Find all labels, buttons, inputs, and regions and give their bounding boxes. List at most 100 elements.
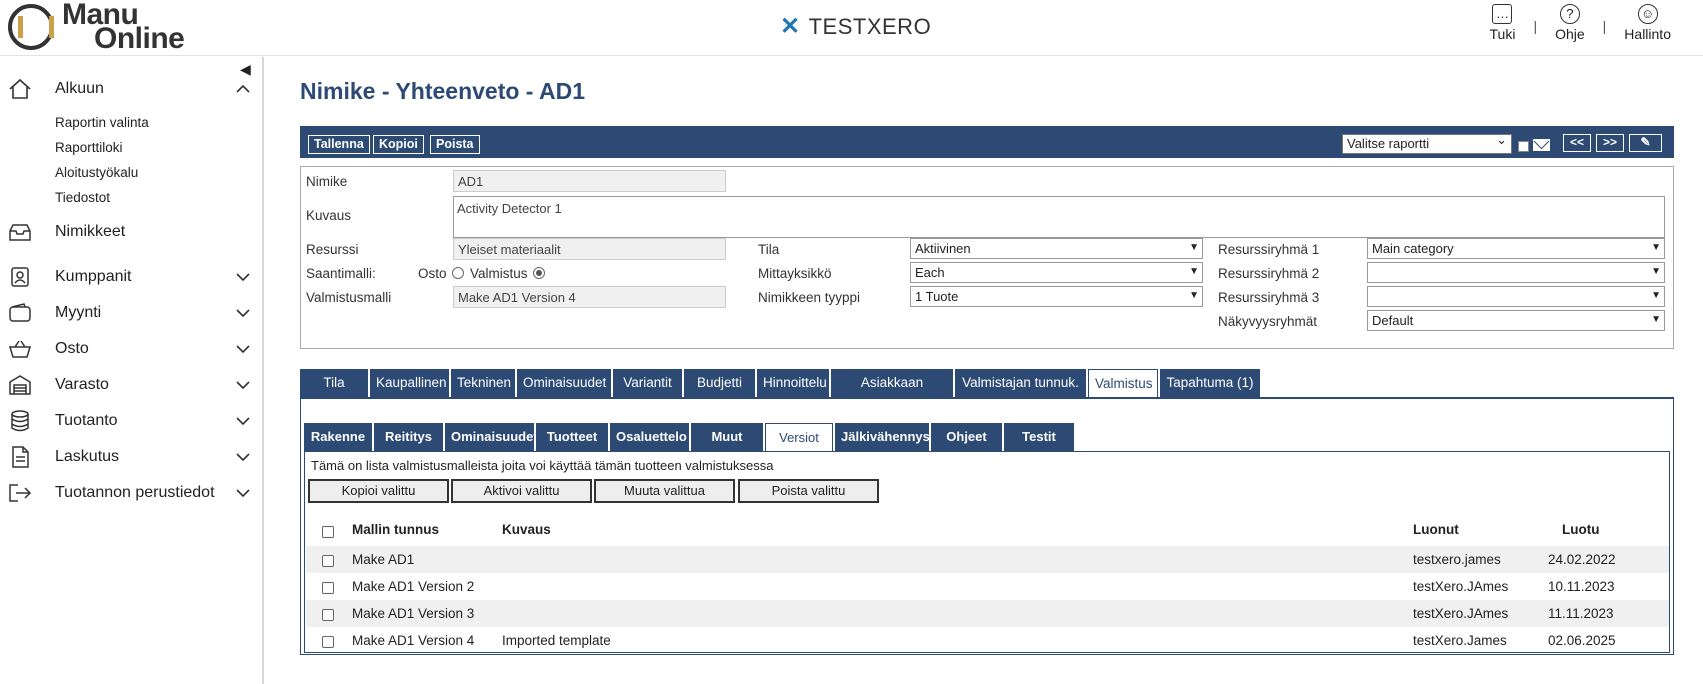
sidebar-item-invoicing[interactable]: Laskutus <box>0 442 262 472</box>
description-field[interactable]: Activity Detector 1 <box>453 196 1665 238</box>
report-select[interactable]: Valitse raportti <box>1342 132 1512 154</box>
inbox-icon <box>7 221 33 243</box>
production-model-field[interactable]: Make AD1 Version 4 <box>453 286 726 308</box>
visibility-groups-select[interactable]: Default ▼ <box>1367 310 1665 331</box>
item-form: Nimike AD1 Kuvaus Activity Detector 1 Re… <box>300 166 1674 349</box>
tab-backflush[interactable]: Jälkivähennys <box>835 423 930 451</box>
sidebar-item-home[interactable]: Alkuun <box>0 74 262 104</box>
procurement-label: Saantimalli: <box>306 266 376 281</box>
sidebar-item-partners[interactable]: Kumppanit <box>0 262 262 292</box>
chat-icon: … <box>1492 4 1513 24</box>
contacts-icon <box>7 266 33 288</box>
modify-selected-button[interactable]: Muuta valittua <box>594 479 735 503</box>
basket-icon <box>7 338 33 360</box>
main-tabs: Tila Kaupallinen Tekninen Ominaisuudet V… <box>300 369 1262 418</box>
activate-selected-button[interactable]: Aktivoi valittu <box>451 479 592 503</box>
chevron-down-icon <box>236 377 250 393</box>
resource-group3-select[interactable]: ▼ <box>1367 286 1665 307</box>
tab-sub-properties[interactable]: Ominaisuudet <box>445 423 538 451</box>
sidebar: ◀ Alkuun Raportin valinta Raporttiloki A… <box>0 57 264 684</box>
chevron-down-icon: ▼ <box>1189 242 1199 253</box>
admin-link[interactable]: ☺ Hallinto <box>1606 4 1689 42</box>
delete-button[interactable]: Poista <box>430 135 480 154</box>
tab-customer-codes[interactable]: Asiakkaan tunnuk. <box>831 369 953 418</box>
row-checkbox[interactable] <box>322 582 334 594</box>
support-link[interactable]: … Tuki <box>1472 4 1534 42</box>
tab-technical[interactable]: Tekninen <box>451 369 515 397</box>
sidebar-item-sales[interactable]: Myynti <box>0 298 262 328</box>
logo-mark-icon <box>8 4 54 50</box>
tab-instructions[interactable]: Ohjeet <box>931 423 1002 451</box>
table-row[interactable]: Make AD1 testxero.james 24.02.2022 <box>306 546 1669 573</box>
visibility-groups-label: Näkyvyysryhmät <box>1218 314 1318 329</box>
manufacture-radio[interactable] <box>533 267 546 279</box>
email-icon[interactable] <box>1533 139 1550 151</box>
chevron-down-icon: ▼ <box>1651 290 1661 301</box>
tab-manufacturing[interactable]: Valmistus <box>1088 369 1158 397</box>
tab-properties[interactable]: Ominaisuudet <box>517 369 611 397</box>
resource-field[interactable]: Yleiset materiaalit <box>453 238 726 260</box>
page-title: Nimike - Yhteenveto - AD1 <box>300 78 586 104</box>
resource-group2-select[interactable]: ▼ <box>1367 262 1665 283</box>
tab-parts-list[interactable]: Osaluettelo <box>610 423 689 451</box>
table-row[interactable]: Make AD1 Version 4 Imported template tes… <box>306 627 1669 654</box>
status-label: Tila <box>758 242 780 257</box>
tab-versions[interactable]: Versiot <box>765 423 833 451</box>
row-checkbox[interactable] <box>322 555 334 567</box>
tab-structure[interactable]: Rakenne <box>304 423 372 451</box>
sidebar-subitem-startup-tool[interactable]: Aloitustyökalu <box>55 165 138 180</box>
row-checkbox[interactable] <box>322 636 334 648</box>
purchase-radio[interactable] <box>452 267 465 279</box>
chevron-down-icon: ▼ <box>1651 266 1661 277</box>
item-field[interactable]: AD1 <box>453 170 726 192</box>
sidebar-item-warehouse[interactable]: Varasto <box>0 370 262 400</box>
tab-status[interactable]: Tila <box>300 369 368 397</box>
unit-select[interactable]: Each ▼ <box>910 262 1203 283</box>
next-button[interactable]: >> <box>1596 134 1624 152</box>
tab-pricing[interactable]: Hinnoittelu <box>757 369 829 397</box>
tab-commercial[interactable]: Kaupallinen <box>370 369 449 397</box>
tab-events[interactable]: Tapahtuma (1) <box>1160 369 1260 397</box>
delete-selected-button[interactable]: Poista valittu <box>738 479 879 503</box>
copy-selected-button[interactable]: Kopioi valittu <box>308 479 449 503</box>
resource-group2-label: Resurssiryhmä 2 <box>1218 266 1320 281</box>
tab-products[interactable]: Tuotteet <box>536 423 608 451</box>
chevron-down-icon: ▼ <box>1651 314 1661 325</box>
item-type-select[interactable]: 1 Tuote ▼ <box>910 286 1203 307</box>
tab-budget[interactable]: Budjetti <box>684 369 755 397</box>
resource-group1-select[interactable]: Main category ▼ <box>1367 238 1665 259</box>
sidebar-subitem-files[interactable]: Tiedostot <box>55 190 110 205</box>
sidebar-item-items[interactable]: Nimikkeet <box>0 217 262 247</box>
status-select[interactable]: Aktiivinen ▼ <box>910 238 1203 259</box>
tab-other-info[interactable]: Muut tiedot <box>691 423 763 472</box>
previous-button[interactable]: << <box>1563 134 1591 152</box>
copy-button[interactable]: Kopioi <box>373 135 424 154</box>
manu-online-logo[interactable]: Manu Online <box>8 0 185 54</box>
table-row[interactable]: Make AD1 Version 3 testXero.JAmes 11.11.… <box>306 600 1669 627</box>
sidebar-item-production[interactable]: Tuotanto <box>0 406 262 436</box>
sign-out-icon <box>7 482 33 504</box>
table-row[interactable]: Make AD1 Version 2 testXero.JAmes 10.11.… <box>306 573 1669 600</box>
row-checkbox[interactable] <box>322 609 334 621</box>
wallet-icon <box>7 302 33 324</box>
save-button[interactable]: Tallenna <box>308 135 370 154</box>
chevron-down-icon <box>236 413 250 429</box>
tab-variants[interactable]: Variantit <box>613 369 682 397</box>
tab-manufacturer-codes[interactable]: Valmistajan tunnuk. <box>955 369 1086 397</box>
sidebar-item-production-master-data[interactable]: Tuotannon perustiedot <box>0 478 262 508</box>
column-header-model-id: Mallin tunnus <box>352 522 439 537</box>
attachment-button[interactable]: ✎ <box>1629 134 1662 152</box>
column-header-description: Kuvaus <box>502 522 551 537</box>
paperclip-icon: ✎ <box>1640 135 1651 149</box>
tab-routing[interactable]: Reititys <box>374 423 443 451</box>
top-bar: Manu Online ✕ TESTXERO … Tuki | ? Ohje |… <box>0 0 1703 56</box>
tab-tests[interactable]: Testit <box>1004 423 1074 451</box>
email-checkbox[interactable] <box>1518 141 1529 152</box>
sidebar-subitem-report-selection[interactable]: Raportin valinta <box>55 115 149 130</box>
help-link[interactable]: ? Ohje <box>1537 4 1603 42</box>
chevron-up-icon <box>236 81 250 97</box>
sidebar-item-purchasing[interactable]: Osto <box>0 334 262 364</box>
sidebar-subitem-report-log[interactable]: Raporttiloki <box>55 140 123 155</box>
select-all-checkbox[interactable] <box>322 526 334 538</box>
chevron-down-icon <box>236 449 250 465</box>
